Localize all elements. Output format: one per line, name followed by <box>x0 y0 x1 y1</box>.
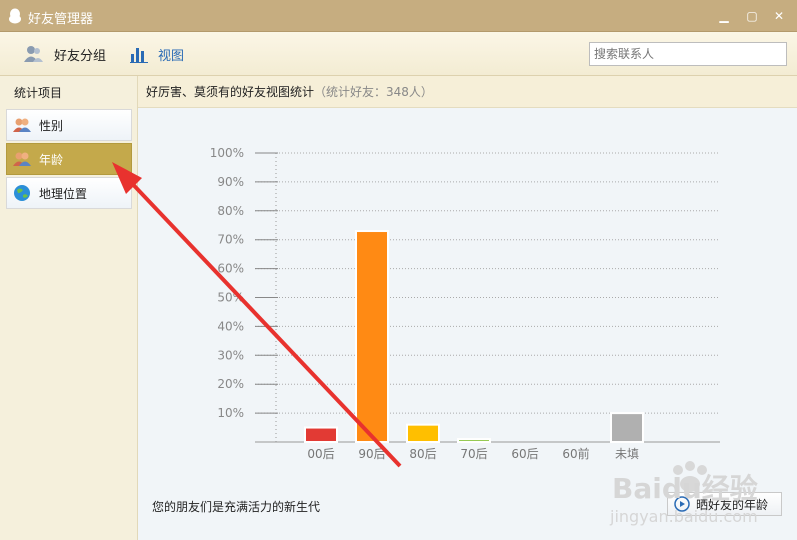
y-tick-label: 40% <box>217 319 244 333</box>
sidebar-item-label: 性别 <box>39 118 64 133</box>
users-icon <box>13 118 31 132</box>
x-tick-label: 70后 <box>460 447 487 461</box>
summary-text: 您的朋友们是充满活力的新生代 <box>152 500 321 514</box>
friend-groups-label: 好友分组 <box>54 48 107 64</box>
y-tick-label: 100% <box>210 146 244 160</box>
search-input[interactable] <box>589 42 787 66</box>
y-tick-label: 30% <box>217 348 244 362</box>
sidebar: 统计项目 性别 年龄 地理位置 <box>0 76 138 540</box>
y-tick-label: 10% <box>217 406 244 420</box>
sidebar-item-location[interactable]: 地理位置 <box>6 177 132 209</box>
user-group-icon <box>24 46 43 62</box>
sidebar-item-age[interactable]: 年龄 <box>6 143 132 175</box>
y-tick-label: 60% <box>217 262 244 276</box>
watermark-url: jingyan.baidu.com <box>609 507 758 526</box>
sidebar-header: 统计项目 <box>14 86 63 100</box>
title-bar: 好友管理器 ▁ ▢ ✕ <box>0 0 797 32</box>
sidebar-item-label: 年龄 <box>39 152 64 167</box>
bar-1 <box>355 230 389 443</box>
x-tick-label: 00后 <box>307 447 334 461</box>
y-tick-label: 70% <box>217 233 244 247</box>
toolbar: 好友分组 视图 <box>0 32 797 76</box>
stats-title: 好厉害、莫须有的好友视图统计 <box>146 85 315 99</box>
sidebar-item-gender[interactable]: 性别 <box>6 109 132 141</box>
close-button[interactable]: ✕ <box>771 8 787 24</box>
stats-subtitle: （统计好友：348人） <box>314 85 433 99</box>
maximize-button[interactable]: ▢ <box>744 8 760 24</box>
bar-0 <box>304 426 338 443</box>
x-tick-label: 60前 <box>562 446 589 461</box>
y-tick-label: 80% <box>217 204 244 218</box>
bar-2 <box>406 423 440 444</box>
bar-3 <box>457 438 491 443</box>
qq-penguin-icon <box>9 8 21 24</box>
x-tick-label: 90后 <box>358 447 385 461</box>
x-tick-label: 60后 <box>511 447 538 461</box>
bar-chart-icon <box>130 48 148 63</box>
users-icon <box>13 152 31 166</box>
window-title: 好友管理器 <box>28 12 94 27</box>
minimize-button[interactable]: ▁ <box>716 8 732 24</box>
sidebar-item-label: 地理位置 <box>39 186 88 201</box>
view-label: 视图 <box>158 48 185 64</box>
baidu-watermark: Baidu经验 jingyan.baidu.com <box>609 461 758 526</box>
globe-icon <box>14 185 30 201</box>
watermark-brand: Baidu经验 <box>612 472 758 505</box>
content-header: 好厉害、莫须有的好友视图统计（统计好友：348人） <box>138 76 797 108</box>
x-tick-label: 80后 <box>409 447 436 461</box>
age-bar-chart: 10% 20% 30% 40% 50% 60% 70% 80% 90% 100% 00后 90后 80后… <box>210 146 720 461</box>
bar-6 <box>610 412 644 444</box>
y-tick-label: 20% <box>217 377 244 391</box>
y-tick-label: 90% <box>217 175 244 189</box>
friend-groups-button[interactable]: 好友分组 <box>24 44 106 64</box>
y-tick-label: 50% <box>217 291 244 305</box>
view-button[interactable]: 视图 <box>130 44 184 64</box>
